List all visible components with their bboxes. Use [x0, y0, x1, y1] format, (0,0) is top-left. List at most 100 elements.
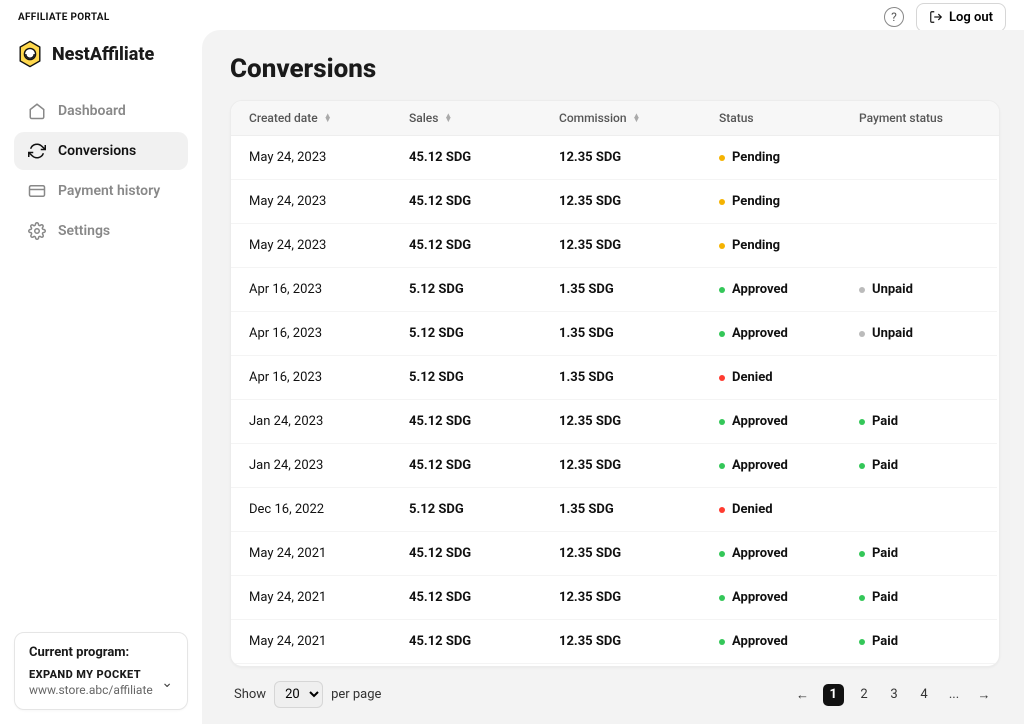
- cell-commission: 12.35 SDG: [559, 150, 719, 165]
- col-status: Status: [719, 111, 859, 125]
- cell-commission: 12.35 SDG: [559, 194, 719, 209]
- brand-logo-icon: [16, 40, 44, 68]
- sidebar-item-label: Payment history: [58, 183, 160, 199]
- col-sales[interactable]: Sales▲▼: [409, 111, 559, 125]
- sidebar-item-settings[interactable]: Settings: [14, 212, 188, 250]
- status-dot-icon: [719, 331, 725, 337]
- cell-payment-status: Paid: [859, 634, 979, 649]
- page-...[interactable]: ...: [944, 684, 964, 706]
- status-dot-icon: [719, 507, 725, 513]
- per-page-control: Show 20 per page: [234, 681, 381, 708]
- status-dot-icon: [719, 595, 725, 601]
- sidebar-item-label: Conversions: [58, 143, 136, 159]
- table-row[interactable]: May 24, 202345.12 SDG12.35 SDGPending: [231, 136, 997, 180]
- brand-name: NestAffiliate: [52, 44, 154, 65]
- table-row[interactable]: Apr 16, 20235.12 SDG1.35 SDGApprovedUnpa…: [231, 268, 997, 312]
- portal-label: AFFILIATE PORTAL: [18, 12, 110, 23]
- cell-commission: 1.35 SDG: [559, 282, 719, 297]
- per-page-select[interactable]: 20: [274, 681, 323, 708]
- cell-status: Approved: [719, 458, 859, 473]
- cell-commission: 1.35 SDG: [559, 326, 719, 341]
- page-4[interactable]: 4: [914, 684, 934, 706]
- cell-date: May 24, 2023: [249, 238, 409, 253]
- table-row[interactable]: Jan 24, 202345.12 SDG12.35 SDGApprovedPa…: [231, 400, 997, 444]
- sidebar-item-conversions[interactable]: Conversions: [14, 132, 188, 170]
- table-row[interactable]: May 24, 202345.12 SDG12.35 SDGPending: [231, 224, 997, 268]
- page-next[interactable]: →: [974, 684, 994, 706]
- status-dot-icon: [859, 331, 865, 337]
- cell-payment-status: Paid: [859, 458, 979, 473]
- status-dot-icon: [859, 287, 865, 293]
- cell-payment-status: [859, 502, 979, 517]
- cell-date: Jan 24, 2023: [249, 458, 409, 473]
- cell-date: May 24, 2021: [249, 590, 409, 605]
- cell-payment-status: Paid: [859, 546, 979, 561]
- sidebar-item-label: Dashboard: [58, 103, 126, 119]
- conversions-table: Created date▲▼ Sales▲▼ Commission▲▼ Stat…: [230, 100, 1000, 667]
- cell-sales: 45.12 SDG: [409, 634, 559, 649]
- cell-sales: 5.12 SDG: [409, 326, 559, 341]
- cell-status: Denied: [719, 370, 859, 385]
- help-icon[interactable]: ?: [884, 7, 904, 27]
- page-prev[interactable]: ←: [793, 684, 813, 706]
- cell-date: May 24, 2023: [249, 194, 409, 209]
- card-icon: [28, 182, 46, 200]
- status-dot-icon: [859, 595, 865, 601]
- cell-commission: 12.35 SDG: [559, 458, 719, 473]
- cell-sales: 5.12 SDG: [409, 370, 559, 385]
- cell-commission: 1.35 SDG: [559, 502, 719, 517]
- gear-icon: [28, 222, 46, 240]
- table-row[interactable]: May 24, 202345.12 SDG12.35 SDGPending: [231, 180, 997, 224]
- logout-button[interactable]: Log out: [916, 3, 1006, 32]
- logout-label: Log out: [949, 10, 993, 25]
- refresh-icon: [28, 142, 46, 160]
- chevron-down-icon: ⌄: [161, 675, 173, 691]
- cell-payment-status: Paid: [859, 414, 979, 429]
- cell-commission: 12.35 SDG: [559, 590, 719, 605]
- table-row[interactable]: May 24, 202145.12 SDG12.35 SDGApprovedPa…: [231, 620, 997, 664]
- table-row[interactable]: Dec 16, 20225.12 SDG1.35 SDGDenied: [231, 488, 997, 532]
- status-dot-icon: [859, 551, 865, 557]
- table-body[interactable]: May 24, 202345.12 SDG12.35 SDGPendingMay…: [231, 136, 999, 666]
- sidebar-item-payment-history[interactable]: Payment history: [14, 172, 188, 210]
- cell-commission: 12.35 SDG: [559, 634, 719, 649]
- program-selector[interactable]: EXPAND MY POCKET www.store.abc/affiliate…: [29, 668, 173, 697]
- page-title: Conversions: [230, 54, 1000, 84]
- cell-status: Approved: [719, 414, 859, 429]
- cell-sales: 45.12 SDG: [409, 150, 559, 165]
- table-row[interactable]: May 24, 202145.12 SDG12.35 SDGApprovedPa…: [231, 576, 997, 620]
- cell-date: Apr 16, 2023: [249, 370, 409, 385]
- page-1[interactable]: 1: [823, 684, 844, 706]
- brand[interactable]: NestAffiliate: [14, 34, 188, 84]
- sidebar-item-label: Settings: [58, 223, 110, 239]
- page-3[interactable]: 3: [884, 684, 904, 706]
- table-row[interactable]: May 24, 202145.12 SDG12.35 SDGApprovedPa…: [231, 532, 997, 576]
- cell-sales: 5.12 SDG: [409, 282, 559, 297]
- cell-status: Pending: [719, 150, 859, 165]
- cell-date: Dec 16, 2022: [249, 502, 409, 517]
- table-row[interactable]: Apr 16, 20235.12 SDG1.35 SDGDenied: [231, 356, 997, 400]
- table-row[interactable]: Jan 24, 202345.12 SDG12.35 SDGApprovedPa…: [231, 444, 997, 488]
- col-commission[interactable]: Commission▲▼: [559, 111, 719, 125]
- cell-status: Approved: [719, 326, 859, 341]
- status-dot-icon: [859, 463, 865, 469]
- cell-date: May 24, 2023: [249, 150, 409, 165]
- col-created-date[interactable]: Created date▲▼: [249, 111, 409, 125]
- home-icon: [28, 102, 46, 120]
- cell-payment-status: Paid: [859, 590, 979, 605]
- cell-sales: 45.12 SDG: [409, 546, 559, 561]
- program-url: www.store.abc/affiliate: [29, 683, 153, 697]
- cell-status: Pending: [719, 194, 859, 209]
- cell-sales: 5.12 SDG: [409, 502, 559, 517]
- page-2[interactable]: 2: [854, 684, 874, 706]
- cell-commission: 12.35 SDG: [559, 414, 719, 429]
- cell-date: Jan 24, 2023: [249, 414, 409, 429]
- status-dot-icon: [859, 419, 865, 425]
- status-dot-icon: [719, 243, 725, 249]
- cell-status: Approved: [719, 634, 859, 649]
- cell-payment-status: Unpaid: [859, 282, 979, 297]
- sidebar-item-dashboard[interactable]: Dashboard: [14, 92, 188, 130]
- table-row[interactable]: Apr 16, 20235.12 SDG1.35 SDGApprovedUnpa…: [231, 312, 997, 356]
- status-dot-icon: [719, 375, 725, 381]
- cell-status: Approved: [719, 282, 859, 297]
